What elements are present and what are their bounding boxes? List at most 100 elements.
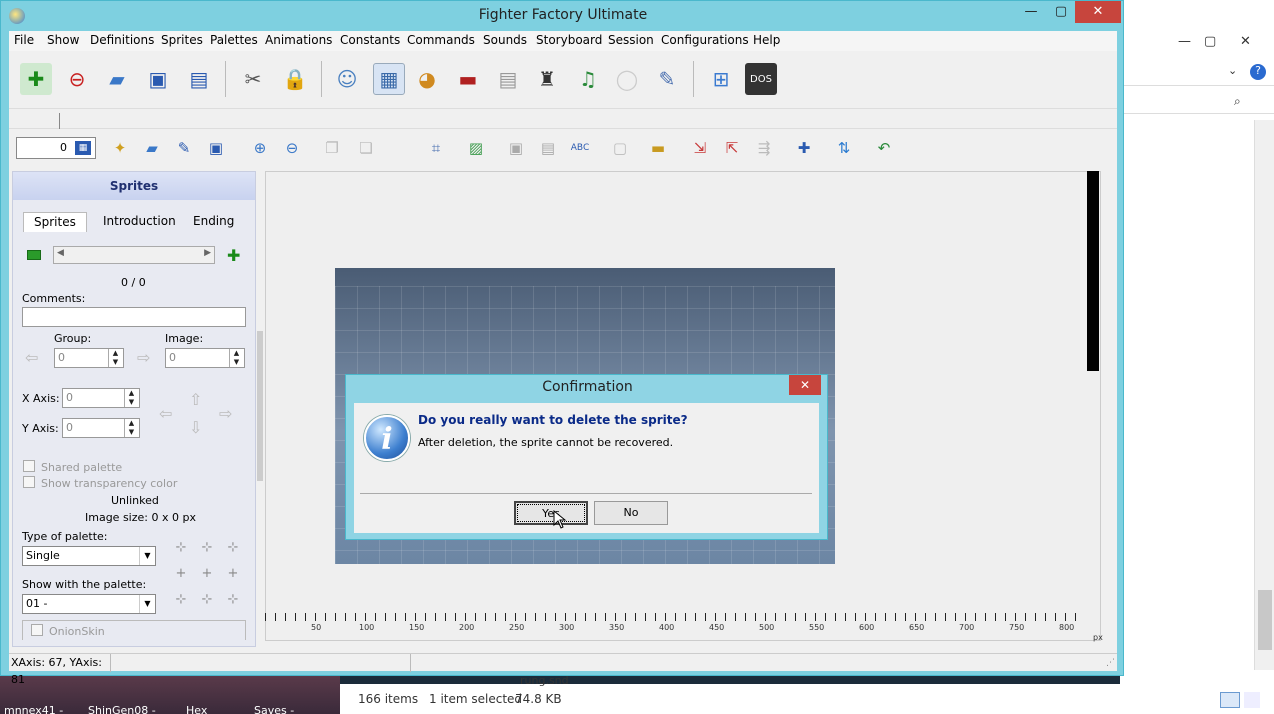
menu-show[interactable]: Show [47, 33, 79, 47]
users-icon[interactable]: ☺ [331, 63, 363, 95]
y-axis-input[interactable]: 0 ▲ ▼ [62, 418, 140, 438]
menu-constants[interactable]: Constants [340, 33, 400, 47]
add-sprite-icon[interactable]: ✚ [227, 246, 240, 265]
edit-sprite-icon[interactable]: ✎ [173, 137, 195, 159]
sprite-scrollbar[interactable]: ◀ ▶ [53, 246, 215, 264]
menu-sprites[interactable]: Sprites [161, 33, 203, 47]
tab-introduction[interactable]: Introduction [93, 212, 186, 232]
delete-icon[interactable]: ⊖ [61, 63, 93, 95]
maximize-button[interactable]: ▢ [1045, 1, 1077, 23]
explorer-minimize-button[interactable]: — [1178, 34, 1191, 49]
palette-slot-icon[interactable]: ⊹ [225, 540, 241, 556]
show-with-palette-select[interactable]: 01 - ▼ [22, 594, 156, 614]
comments-input[interactable] [22, 307, 246, 327]
explorer-search-box[interactable] [1120, 92, 1274, 114]
menu-session[interactable]: Session [608, 33, 654, 47]
menu-definitions[interactable]: Definitions [90, 33, 154, 47]
layers-icon[interactable]: ▬ [647, 137, 669, 159]
group-input[interactable]: 0 ▲ ▼ [54, 348, 124, 368]
group-spinner[interactable]: ▲ ▼ [108, 349, 122, 367]
move-left-icon[interactable]: ⇦ [159, 404, 172, 423]
taskbar-item[interactable]: Saves - [254, 704, 294, 714]
help-icon[interactable]: ? [1250, 64, 1266, 80]
palette-add-icon[interactable]: + [199, 566, 215, 582]
menu-help[interactable]: Help [753, 33, 780, 47]
import-icon[interactable]: ⇲ [689, 137, 711, 159]
x-axis-spinner[interactable]: ▲ ▼ [124, 389, 138, 407]
search-icon[interactable]: ⌕ [1234, 94, 1241, 109]
open-sprite-icon[interactable]: ▰ [141, 137, 163, 159]
windows-icon[interactable]: ⊞ [705, 63, 737, 95]
scrollbar-thumb[interactable] [1258, 590, 1272, 650]
open-folder-icon[interactable]: ▰ [101, 63, 133, 95]
sound-icon[interactable]: ♫ [572, 63, 604, 95]
menu-sounds[interactable]: Sounds [483, 33, 527, 47]
explorer-maximize-button[interactable]: ▢ [1204, 34, 1216, 49]
new-plus-icon[interactable]: ✚ [20, 63, 52, 95]
close-button[interactable]: ✕ [1075, 1, 1121, 23]
frame-edit-icon[interactable]: ▤ [537, 137, 559, 159]
taskbar-item[interactable]: ShinGen08 - [88, 704, 156, 714]
export-icon[interactable]: ⇱ [721, 137, 743, 159]
paste-icon[interactable]: ❏ [355, 137, 377, 159]
add-axis-icon[interactable]: ✚ [793, 137, 815, 159]
undo-icon[interactable]: ↶ [873, 137, 895, 159]
menu-palettes[interactable]: Palettes [210, 33, 258, 47]
onion-skin-checkbox[interactable]: OnionSkin [31, 624, 105, 638]
prev-group-icon[interactable]: ⇦ [25, 348, 38, 367]
next-group-icon[interactable]: ⇨ [137, 348, 150, 367]
taskbar-item[interactable]: mnnex41 - [4, 704, 63, 714]
edit-notes-icon[interactable]: ✎ [651, 63, 683, 95]
palette-add-icon[interactable]: + [173, 566, 189, 582]
new-sprite-icon[interactable]: ✦ [109, 137, 131, 159]
calculator-icon[interactable]: ▦ [75, 141, 91, 155]
text-abc-icon[interactable]: ABC [569, 137, 591, 159]
menu-storyboard[interactable]: Storyboard [536, 33, 602, 47]
type-of-palette-select[interactable]: Single ▼ [22, 546, 156, 566]
joystick-icon[interactable]: ♜ [531, 63, 563, 95]
dialog-close-button[interactable]: ✕ [789, 375, 821, 395]
palette-slot-icon[interactable]: ⊹ [225, 592, 241, 608]
zoom-in-icon[interactable]: ⊕ [249, 137, 271, 159]
large-icons-view-icon[interactable] [1244, 692, 1260, 708]
move-right-icon[interactable]: ⇨ [219, 404, 232, 423]
lock-icon[interactable]: 🔒 [279, 63, 311, 95]
speech-bubble-icon[interactable]: ◯ [611, 63, 643, 95]
frame-icon[interactable]: ▣ [505, 137, 527, 159]
copy-icon[interactable]: ❐ [321, 137, 343, 159]
details-view-icon[interactable] [1220, 692, 1240, 708]
menu-commands[interactable]: Commands [407, 33, 475, 47]
yes-button[interactable]: Yes [514, 501, 588, 525]
menu-file[interactable]: File [14, 33, 34, 47]
tab-sprites[interactable]: Sprites [23, 212, 87, 232]
tab-ending[interactable]: Ending [183, 212, 244, 232]
chevron-down-icon[interactable]: ▼ [139, 595, 155, 613]
image-spinner[interactable]: ▲ ▼ [229, 349, 243, 367]
scroll-left-icon[interactable]: ◀ [57, 248, 64, 258]
palette-slot-icon[interactable]: ⊹ [199, 540, 215, 556]
menu-animations[interactable]: Animations [265, 33, 332, 47]
batch-icon[interactable]: ⇶ [753, 137, 775, 159]
palette-slot-icon[interactable]: ⊹ [173, 540, 189, 556]
sprites-icon[interactable]: ▦ [373, 63, 405, 95]
y-axis-spinner[interactable]: ▲ ▼ [124, 419, 138, 437]
explorer-close-button[interactable]: ✕ [1240, 34, 1251, 49]
menu-configurations[interactable]: Configurations [661, 33, 749, 47]
taskbar-item[interactable]: Hex [186, 704, 207, 714]
dos-console-icon[interactable]: DOS [745, 63, 777, 95]
blank-frame-icon[interactable]: ▢ [609, 137, 631, 159]
palette-icon[interactable]: ◕ [411, 63, 443, 95]
palette-slot-icon[interactable]: ⊹ [173, 592, 189, 608]
zoom-out-icon[interactable]: ⊖ [281, 137, 303, 159]
save-icon[interactable]: ▣ [142, 63, 174, 95]
remove-sprite-icon[interactable] [27, 250, 41, 260]
shared-palette-checkbox[interactable]: Shared palette [23, 460, 122, 474]
crop-icon[interactable]: ⌗ [425, 137, 447, 159]
chevron-down-icon[interactable]: ▼ [139, 547, 155, 565]
explorer-scrollbar[interactable] [1254, 120, 1274, 670]
move-up-icon[interactable]: ⇧ [189, 390, 202, 409]
move-down-icon[interactable]: ⇩ [189, 418, 202, 437]
save-all-icon[interactable]: ▤ [183, 63, 215, 95]
image-input[interactable]: 0 ▲ ▼ [165, 348, 245, 368]
image-icon[interactable]: ▨ [465, 137, 487, 159]
